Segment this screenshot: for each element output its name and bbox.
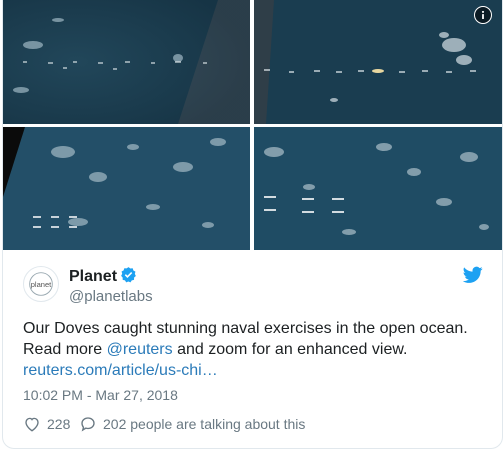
avatar[interactable]: planet — [23, 266, 59, 302]
like-count: 228 — [47, 416, 71, 432]
tweet-text: Our Doves caught stunning naval exercise… — [23, 318, 493, 381]
satellite-image-2[interactable] — [254, 0, 502, 124]
tweet-header: planet Planet @planetlabs — [23, 262, 483, 306]
satellite-image-3[interactable] — [3, 127, 250, 250]
tweet-line-1: Our Doves caught stunning naval exercise… — [23, 320, 468, 337]
verified-badge-icon — [121, 267, 136, 283]
satellite-image-4[interactable] — [254, 127, 502, 250]
satellite-image-1[interactable] — [3, 0, 250, 124]
info-icon[interactable] — [474, 6, 492, 24]
tweet-line-2: Read more @reuters and zoom for an enhan… — [23, 339, 493, 360]
article-link[interactable]: reuters.com/article/us-chi… — [23, 362, 218, 379]
mention-link[interactable]: @reuters — [107, 341, 173, 358]
heart-icon — [25, 417, 39, 432]
tweet-timestamp[interactable]: 10:02 PM - Mar 27, 2018 — [23, 387, 178, 403]
media-grid — [3, 0, 502, 250]
tweet-line-2-suffix: and zoom for an enhanced view. — [172, 341, 408, 358]
reply-button[interactable]: 202 people are talking about this — [79, 414, 305, 434]
author-name-row[interactable]: Planet — [69, 266, 137, 286]
author-name[interactable]: Planet — [69, 268, 117, 285]
like-button[interactable]: 228 — [23, 414, 70, 434]
author-handle[interactable]: @planetlabs — [69, 288, 153, 305]
twitter-bird-icon[interactable] — [463, 266, 483, 284]
avatar-text: planet — [31, 280, 52, 289]
speech-bubble-icon — [81, 417, 95, 432]
tweet-line-2-prefix: Read more — [23, 341, 107, 358]
reply-text: 202 people are talking about this — [103, 416, 306, 432]
tweet-card: planet Planet @planetlabs Our Doves caug… — [2, 0, 503, 449]
